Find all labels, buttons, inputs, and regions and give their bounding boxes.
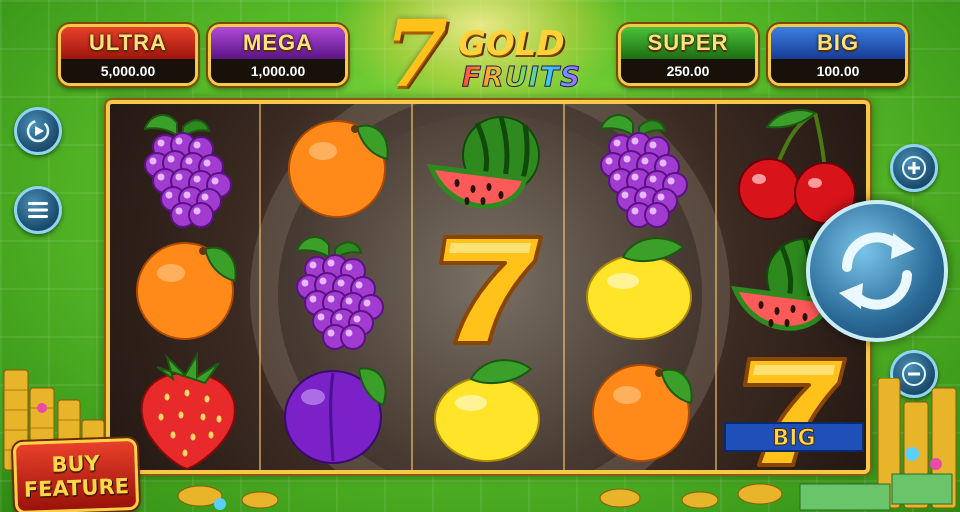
- jackpot-super-label: SUPER: [621, 27, 755, 59]
- jackpot-mega-label: MEGA: [211, 27, 345, 59]
- game-logo: 7 GOLD FRUITS: [384, 0, 594, 108]
- autoplay-icon: [26, 119, 50, 143]
- jackpot-ultra-label: ULTRA: [61, 27, 195, 59]
- grapes-icon: [295, 236, 384, 350]
- jackpot-ultra-value: 5,000.00: [61, 59, 195, 83]
- symbol-plum: [262, 350, 413, 470]
- grapes-icon: [599, 114, 688, 228]
- jackpot-big: BIG 100.00: [768, 24, 908, 86]
- symbol-lemon: [566, 228, 717, 350]
- jackpot-super: SUPER 250.00: [618, 24, 758, 86]
- symbol-grapes: [262, 228, 413, 350]
- watermelon-icon: [426, 116, 540, 209]
- jackpot-super-value: 250.00: [621, 59, 755, 83]
- reel-3: [414, 104, 565, 470]
- seven-big-icon: BIG: [723, 357, 864, 467]
- orange-icon: [135, 242, 237, 340]
- treasure-pile-bottom: [177, 483, 891, 511]
- logo-seven: 7: [384, 0, 449, 108]
- lemon-icon: [585, 237, 692, 340]
- lemon-icon: [433, 359, 540, 462]
- symbol-orange: [110, 228, 261, 350]
- bet-increase-button[interactable]: [890, 144, 938, 192]
- autoplay-button[interactable]: [14, 107, 62, 155]
- svg-text:BIG: BIG: [772, 426, 815, 451]
- jackpot-mega-value: 1,000.00: [211, 59, 345, 83]
- symbol-lemon: [414, 350, 565, 470]
- seven-icon: [438, 235, 543, 345]
- grapes-icon: [143, 114, 232, 228]
- logo-fruits: FRUITS: [461, 60, 582, 94]
- symbol-seven-big: BIG: [718, 350, 866, 470]
- orange-icon: [591, 364, 693, 462]
- symbol-watermelon: [414, 106, 565, 228]
- jackpot-big-value: 100.00: [771, 59, 905, 83]
- symbol-orange: [566, 350, 717, 470]
- reel-4: [566, 104, 717, 470]
- reels-area: BIG: [106, 100, 870, 474]
- buy-feature-button[interactable]: BUY FEATURE: [12, 437, 140, 512]
- strawberry-icon: [140, 351, 236, 470]
- orange-icon: [287, 120, 389, 218]
- buy-feature-line2: FEATURE: [23, 474, 130, 502]
- symbol-grapes: [110, 106, 261, 228]
- reel-2: [262, 104, 413, 470]
- symbol-orange: [262, 106, 413, 228]
- jackpot-ultra: ULTRA 5,000.00: [58, 24, 198, 86]
- symbol-grapes: [566, 106, 717, 228]
- logo-gold: GOLD: [458, 24, 565, 64]
- menu-button[interactable]: [14, 186, 62, 234]
- symbol-seven: [414, 228, 565, 350]
- spin-arrows-icon: [839, 232, 915, 310]
- jackpot-big-label: BIG: [771, 27, 905, 59]
- cherry-icon: [737, 109, 856, 224]
- spin-button[interactable]: [806, 200, 948, 342]
- jackpot-mega: MEGA 1,000.00: [208, 24, 348, 86]
- reel-1: [110, 104, 261, 470]
- buy-feature-line1: BUY: [51, 451, 101, 477]
- menu-icon: [28, 202, 48, 218]
- plum-icon: [283, 367, 386, 464]
- plus-icon: [902, 156, 926, 180]
